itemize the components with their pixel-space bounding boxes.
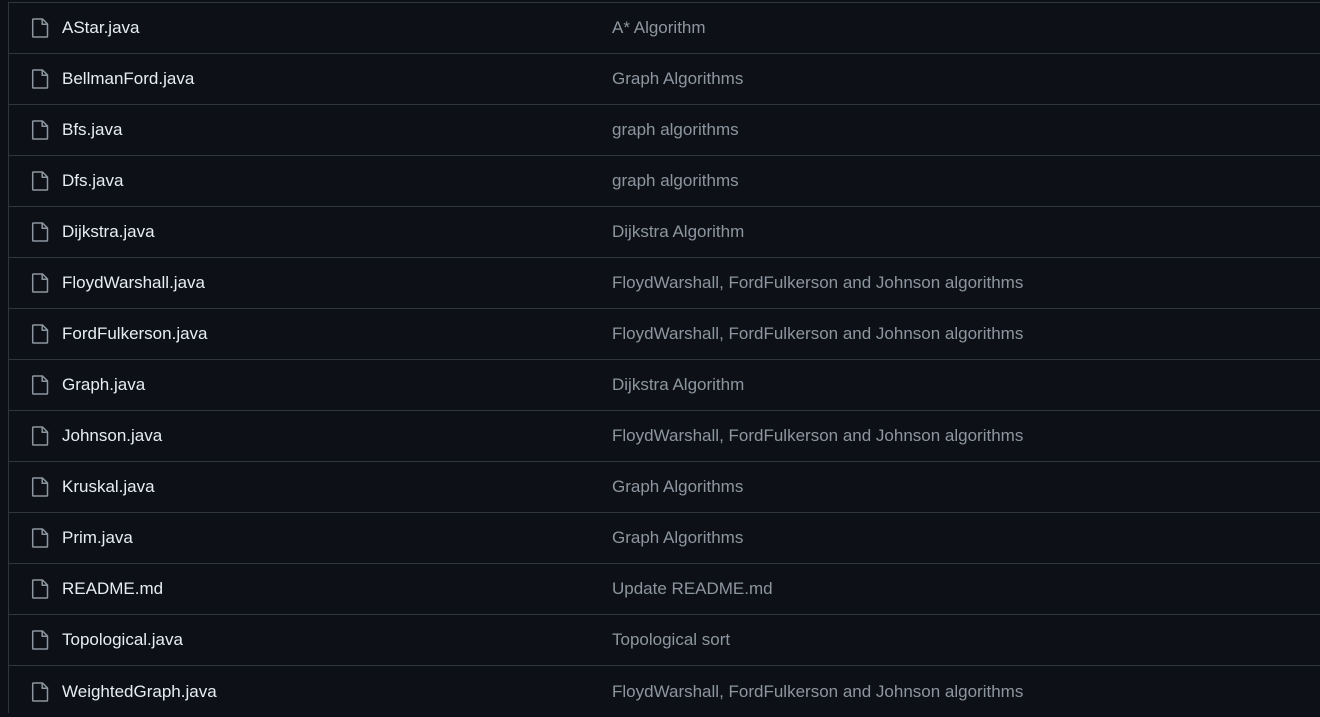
file-icon [31,681,49,702]
file-name-link[interactable]: Kruskal.java [62,477,612,497]
commit-message-link[interactable]: Dijkstra Algorithm [612,222,744,242]
file-row[interactable]: Dfs.java graph algorithms [9,156,1320,207]
file-row[interactable]: Graph.java Dijkstra Algorithm [9,360,1320,411]
file-list-table: AStar.java A* Algorithm BellmanFord.java… [8,2,1320,713]
file-icon-cell [9,309,62,359]
file-icon [31,273,49,293]
commit-message-link[interactable]: graph algorithms [612,171,739,191]
file-icon [31,69,49,89]
file-icon-cell [9,207,62,257]
file-icon [31,477,49,497]
commit-message-link[interactable]: FloydWarshall, FordFulkerson and Johnson… [612,426,1023,446]
commit-message-link[interactable]: Dijkstra Algorithm [612,375,744,395]
file-icon-cell [9,513,62,563]
commit-message-link[interactable]: Graph Algorithms [612,477,743,497]
file-icon-cell [9,411,62,461]
commit-message-link[interactable]: graph algorithms [612,120,739,140]
file-row[interactable]: FordFulkerson.java FloydWarshall, FordFu… [9,309,1320,360]
file-name-link[interactable]: Bfs.java [62,120,612,140]
file-row[interactable]: FloydWarshall.java FloydWarshall, FordFu… [9,258,1320,309]
commit-message-link[interactable]: FloydWarshall, FordFulkerson and Johnson… [612,682,1023,702]
file-icon [31,222,49,242]
file-row[interactable]: Dijkstra.java Dijkstra Algorithm [9,207,1320,258]
file-row[interactable]: Bfs.java graph algorithms [9,105,1320,156]
file-row[interactable]: Topological.java Topological sort [9,615,1320,666]
file-icon-cell [9,462,62,512]
file-row[interactable]: BellmanFord.java Graph Algorithms [9,54,1320,105]
file-icon-cell [9,564,62,614]
file-name-link[interactable]: FloydWarshall.java [62,273,612,293]
file-row[interactable]: Kruskal.java Graph Algorithms [9,462,1320,513]
file-name-link[interactable]: Graph.java [62,375,612,395]
file-name-link[interactable]: WeightedGraph.java [62,682,612,702]
commit-message-link[interactable]: FloydWarshall, FordFulkerson and Johnson… [612,273,1023,293]
file-name-link[interactable]: Prim.java [62,528,612,548]
commit-message-link[interactable]: Update README.md [612,579,773,599]
file-icon-cell [9,156,62,206]
file-icon [31,426,49,446]
file-icon [31,120,49,140]
file-row[interactable]: Prim.java Graph Algorithms [9,513,1320,564]
commit-message-link[interactable]: Graph Algorithms [612,69,743,89]
file-icon [31,324,49,344]
file-icon-cell [9,666,62,717]
file-name-link[interactable]: Dfs.java [62,171,612,191]
file-icon [31,528,49,548]
commit-message-link[interactable]: Graph Algorithms [612,528,743,548]
file-icon-cell [9,105,62,155]
file-icon-cell [9,3,62,53]
file-icon-cell [9,615,62,665]
file-name-link[interactable]: AStar.java [62,18,612,38]
file-name-link[interactable]: Dijkstra.java [62,222,612,242]
commit-message-link[interactable]: A* Algorithm [612,18,706,38]
file-name-link[interactable]: README.md [62,579,612,599]
file-name-link[interactable]: FordFulkerson.java [62,324,612,344]
file-icon [31,579,49,599]
file-name-link[interactable]: Johnson.java [62,426,612,446]
file-icon-cell [9,360,62,410]
commit-message-link[interactable]: FloydWarshall, FordFulkerson and Johnson… [612,324,1023,344]
file-row[interactable]: WeightedGraph.java FloydWarshall, FordFu… [9,666,1320,717]
commit-message-link[interactable]: Topological sort [612,630,730,650]
file-name-link[interactable]: Topological.java [62,630,612,650]
file-icon-cell [9,258,62,308]
file-icon-cell [9,54,62,104]
file-icon [31,630,49,650]
file-row[interactable]: Johnson.java FloydWarshall, FordFulkerso… [9,411,1320,462]
file-icon [31,375,49,395]
file-row[interactable]: AStar.java A* Algorithm [9,3,1320,54]
file-icon [31,171,49,191]
file-icon [31,18,49,38]
file-name-link[interactable]: BellmanFord.java [62,69,612,89]
file-row[interactable]: README.md Update README.md [9,564,1320,615]
